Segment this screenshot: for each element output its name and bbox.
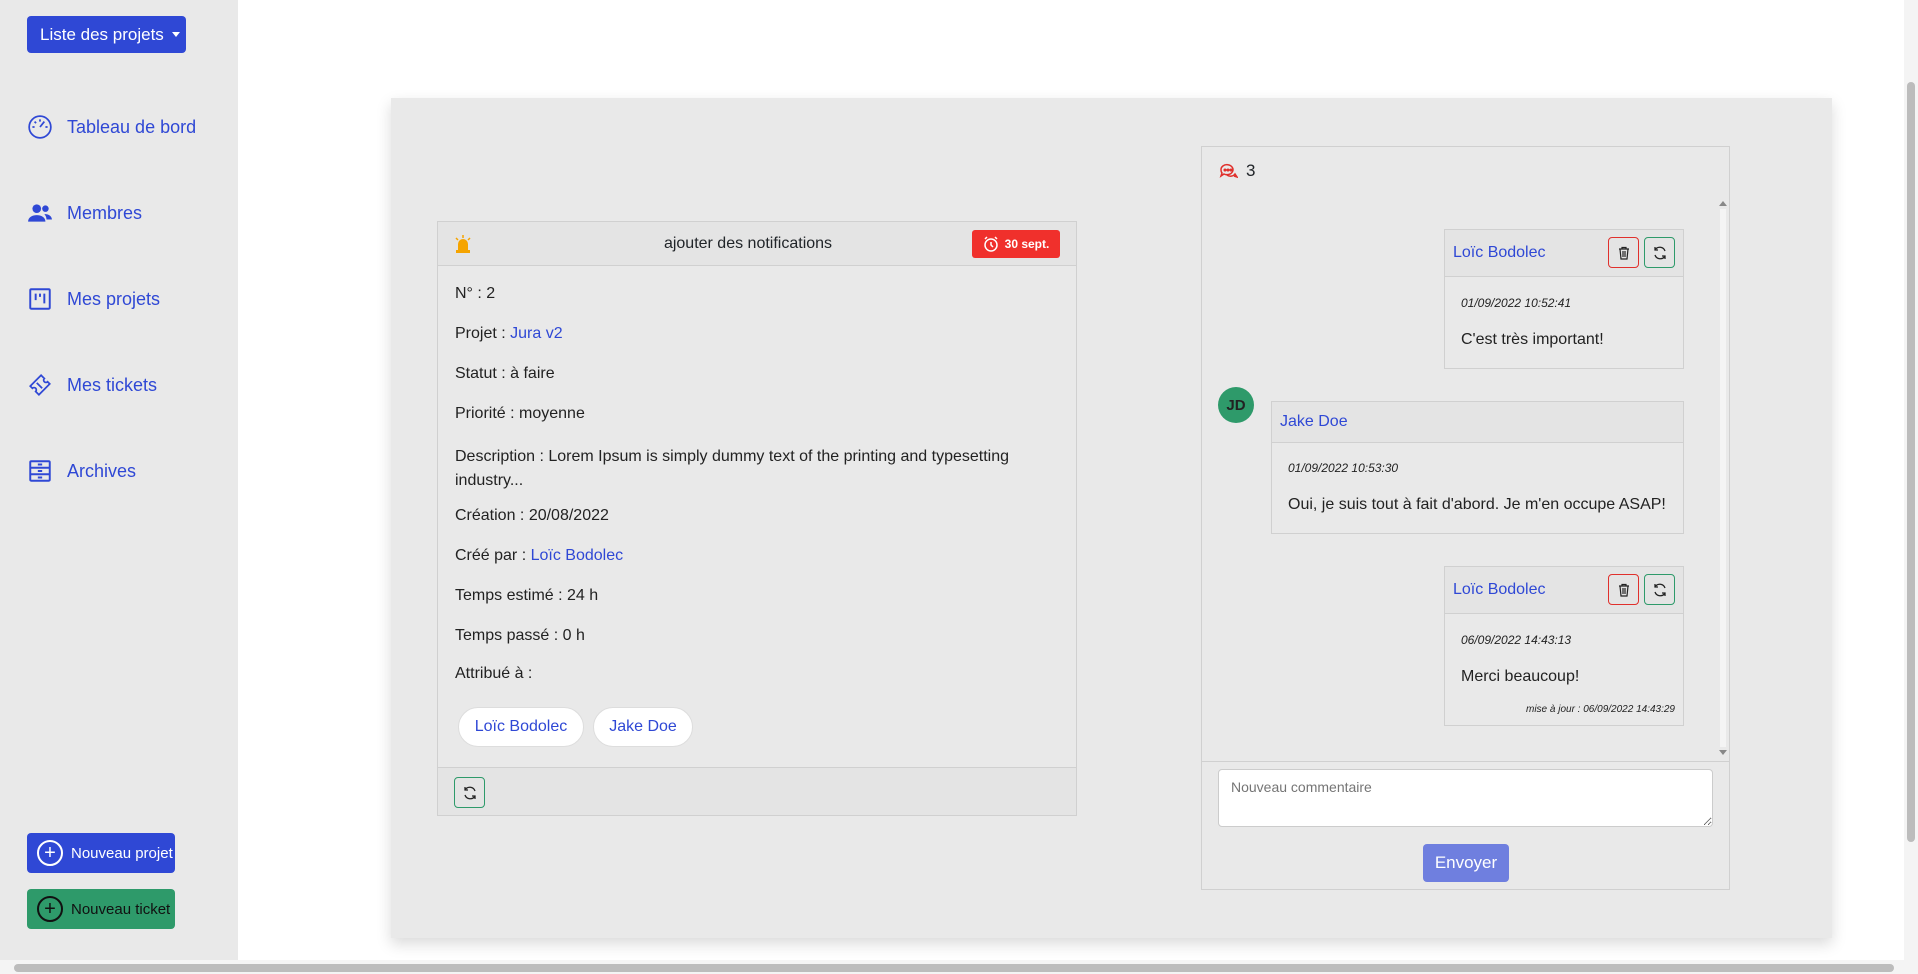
due-date-text: 30 sept. <box>1004 237 1050 251</box>
nav-item-dashboard[interactable]: Tableau de bord <box>27 114 196 140</box>
comment-author[interactable]: Loïc Bodolec <box>1453 581 1546 599</box>
ticket-number-value: 2 <box>486 285 496 302</box>
chat-bubbles-icon <box>1219 163 1238 179</box>
ticket-created: Création : 20/08/2022 <box>455 507 609 524</box>
comment-date: 06/09/2022 14:43:13 <box>1461 633 1572 647</box>
comment-header: Jake Doe <box>1272 402 1683 443</box>
delete-comment-button[interactable] <box>1608 237 1639 268</box>
ticket-project-label: Projet : <box>455 325 511 342</box>
comment-item: Jake Doe 01/09/2022 10:53:30 Oui, je sui… <box>1271 401 1684 534</box>
nav-item-label: Mes projets <box>67 288 161 309</box>
delete-comment-button[interactable] <box>1608 574 1639 605</box>
comment-item: Loïc Bodolec 06/09/2022 14:43:13 Merci b… <box>1444 566 1684 726</box>
comments-count: 3 <box>1246 161 1256 180</box>
ticket-created-by: Créé par : Loïc Bodolec <box>455 547 623 565</box>
project-list-dropdown-label: Liste des projets <box>40 24 164 44</box>
new-project-label: Nouveau projet <box>71 844 173 862</box>
ticket-footer <box>438 767 1076 815</box>
comments-scrollbar[interactable] <box>1719 201 1727 755</box>
kanban-icon <box>29 288 51 310</box>
edit-comment-button[interactable] <box>1644 574 1675 605</box>
refresh-icon <box>463 786 476 799</box>
nav-item-my-projects[interactable]: Mes projets <box>27 286 160 312</box>
refresh-icon <box>1653 246 1666 259</box>
ticket-project-link[interactable]: Jura v2 <box>510 325 562 342</box>
page-vertical-scrollbar[interactable] <box>1904 0 1918 960</box>
project-list-dropdown[interactable]: Liste des projets <box>27 16 186 53</box>
nav-item-archives[interactable]: Archives <box>27 458 136 484</box>
comment-item: Loïc Bodolec 01/09/2022 10:52:41 C'est t… <box>1444 229 1684 369</box>
alarm-light-icon <box>455 235 471 253</box>
new-project-button[interactable]: + Nouveau projet <box>27 833 175 873</box>
nav-item-members[interactable]: Membres <box>27 200 142 226</box>
ticket-description: Description : Lorem Ipsum is simply dumm… <box>455 448 1010 489</box>
assignee-chip[interactable]: Loïc Bodolec <box>458 707 584 747</box>
trash-icon <box>1618 246 1629 260</box>
comment-author[interactable]: Loïc Bodolec <box>1453 244 1546 262</box>
plus-circle-icon: + <box>37 840 63 866</box>
people-icon <box>28 204 52 222</box>
comment-header: Loïc Bodolec <box>1445 567 1683 614</box>
archive-icon <box>29 460 51 482</box>
nav-item-my-tickets[interactable]: Mes tickets <box>27 372 157 398</box>
edit-comment-button[interactable] <box>1644 237 1675 268</box>
nav-item-label: Archives <box>67 460 137 481</box>
speedometer-icon <box>28 115 52 139</box>
ticket-number: N° : 2 <box>455 285 495 303</box>
new-ticket-button[interactable]: + Nouveau ticket <box>27 889 175 929</box>
comment-author[interactable]: Jake Doe <box>1280 413 1348 431</box>
new-ticket-label: Nouveau ticket <box>71 900 171 918</box>
ticket-icon <box>29 374 51 396</box>
assignee-chip[interactable]: Jake Doe <box>593 707 693 747</box>
ticket-status: Statut : à faire <box>455 365 555 382</box>
scrollbar-track[interactable] <box>1720 209 1726 747</box>
ticket-card: ajouter des notifications 30 sept. N° : … <box>437 221 1077 816</box>
ticket-estimated-time: Temps estimé : 24 h <box>455 587 599 604</box>
comments-divider <box>1202 761 1729 762</box>
ticket-header: ajouter des notifications 30 sept. <box>438 222 1076 266</box>
due-date-badge: 30 sept. <box>972 230 1060 258</box>
clock-alert-icon <box>983 236 998 252</box>
scrollbar-thumb[interactable] <box>1907 82 1915 842</box>
scrollbar-thumb[interactable] <box>14 964 1894 972</box>
nav-item-label: Mes tickets <box>67 374 158 395</box>
ticket-assigned-label: Attribué à : <box>455 665 533 682</box>
sidebar: Liste des projets Tableau de bord Membre… <box>0 0 238 974</box>
comment-text: Merci beaucoup! <box>1461 668 1580 685</box>
ticket-created-by-label: Créé par : <box>455 547 531 564</box>
comments-list[interactable]: Loïc Bodolec 01/09/2022 10:52:41 C'est t… <box>1202 199 1729 759</box>
trash-icon <box>1618 583 1629 597</box>
avatar: JD <box>1218 387 1254 423</box>
ticket-creator-link[interactable]: Loïc Bodolec <box>531 547 624 564</box>
scroll-up-arrow-icon[interactable] <box>1719 201 1727 206</box>
comment-date: 01/09/2022 10:53:30 <box>1288 461 1399 475</box>
ticket-spent-time: Temps passé : 0 h <box>455 627 585 644</box>
plus-circle-icon: + <box>37 896 63 922</box>
comments-panel: 3 Loïc Bodolec 01/09/2022 10:52:41 C'est… <box>1201 146 1730 890</box>
ticket-project: Projet : Jura v2 <box>455 325 563 343</box>
comment-text: C'est très important! <box>1461 331 1604 348</box>
comment-text: Oui, je suis tout à fait d'abord. Je m'e… <box>1288 496 1666 513</box>
nav-item-label: Tableau de bord <box>67 116 197 137</box>
new-comment-input[interactable] <box>1218 769 1713 827</box>
comment-date: 01/09/2022 10:52:41 <box>1461 296 1572 310</box>
comment-header: Loïc Bodolec <box>1445 230 1683 277</box>
caret-down-icon <box>171 32 180 37</box>
scroll-down-arrow-icon[interactable] <box>1719 750 1727 755</box>
nav-item-label: Membres <box>67 202 143 223</box>
ticket-number-label: N° : <box>455 285 487 302</box>
comments-header: 3 <box>1218 161 1255 181</box>
page-horizontal-scrollbar[interactable] <box>0 960 1918 974</box>
send-comment-button[interactable]: Envoyer <box>1423 844 1509 882</box>
refresh-ticket-button[interactable] <box>454 777 485 808</box>
ticket-priority: Priorité : moyenne <box>455 405 585 422</box>
comment-updated-at: mise à jour : 06/09/2022 14:43:29 <box>1526 704 1675 715</box>
refresh-icon <box>1653 583 1666 596</box>
